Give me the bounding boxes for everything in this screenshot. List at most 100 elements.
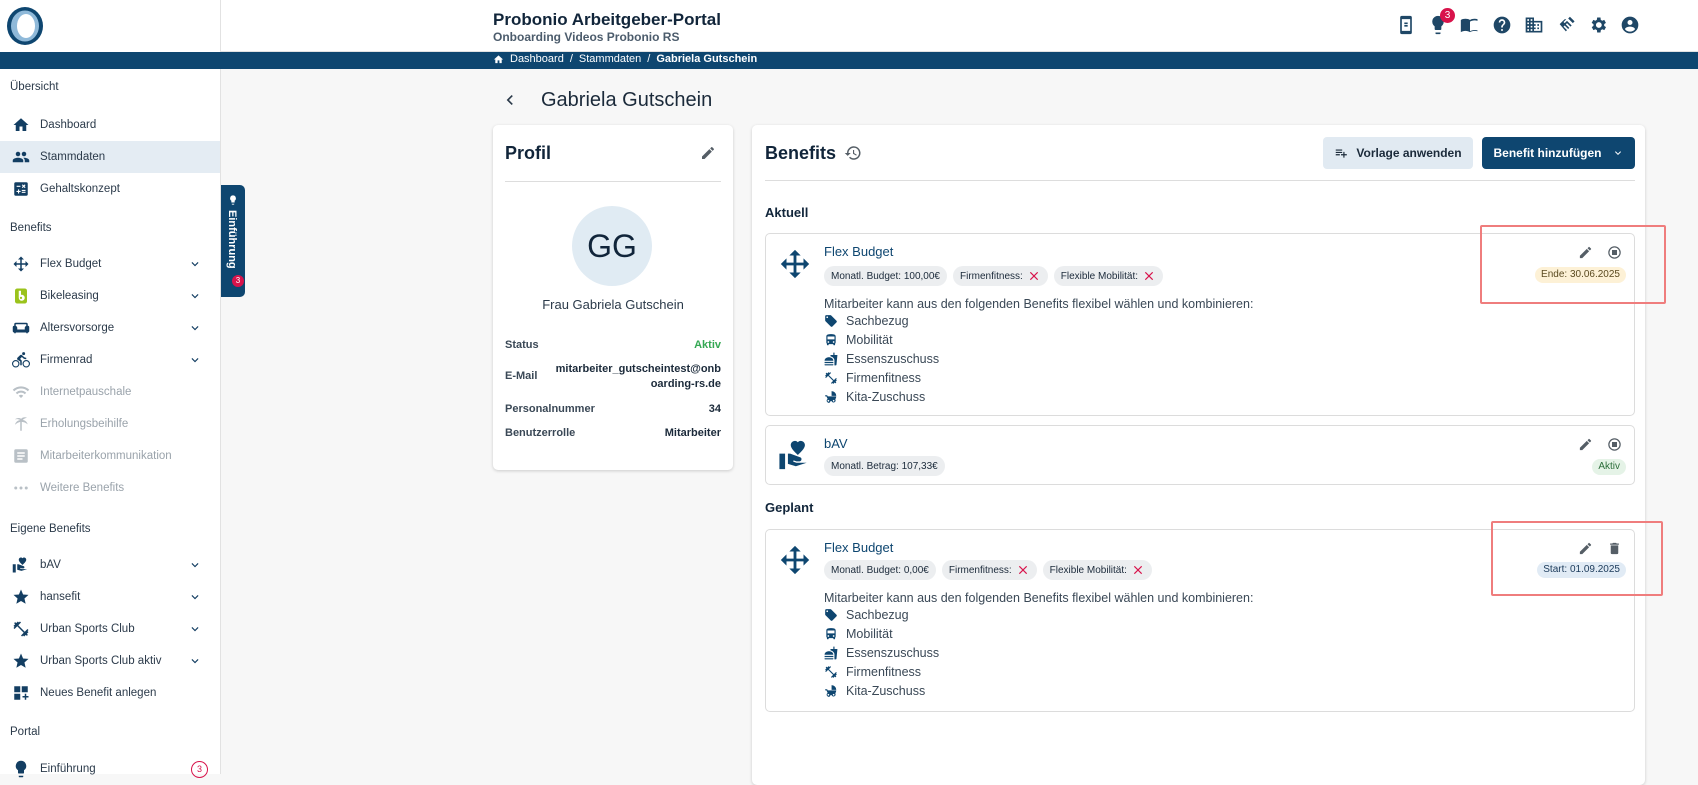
sidebar-item-urban-sports-club-aktiv[interactable]: Urban Sports Club aktiv xyxy=(0,645,220,677)
sidebar-item-einfuehrung[interactable]: Einführung 3 xyxy=(0,753,220,785)
sub-item-kita-zuschuss: Kita-Zuschuss xyxy=(824,684,925,698)
app-subtitle: Onboarding Videos Probonio RS xyxy=(493,30,680,44)
chip-label: Firmenfitness: xyxy=(948,564,1012,576)
chip-firmenfitness: Firmenfitness: xyxy=(941,560,1037,580)
chevron-down-icon xyxy=(1614,151,1621,155)
star-icon xyxy=(0,588,40,606)
sidebar-item-neues-benefit-anlegen[interactable]: Neues Benefit anlegen xyxy=(0,677,220,709)
chevron-down-icon[interactable] xyxy=(188,654,202,668)
sidebar-item-mitarbeiterkommunikation[interactable]: Mitarbeiterkommunikation xyxy=(0,440,220,472)
edit-profile-button[interactable] xyxy=(700,145,716,161)
breadcrumb-separator: / xyxy=(647,53,651,65)
sidebar-item-urban-sports-club[interactable]: Urban Sports Club xyxy=(0,613,220,645)
wifi-icon xyxy=(0,383,40,401)
personalnummer-label: Personalnummer xyxy=(505,403,595,415)
sub-item-label: Mobilität xyxy=(846,627,893,641)
sub-item-essenszuschuss: Essenszuschuss xyxy=(824,352,939,366)
chevron-down-icon[interactable] xyxy=(188,321,202,335)
chip-flexible-mobilitaet: Flexible Mobilität: xyxy=(1053,266,1164,286)
book-icon[interactable] xyxy=(1459,14,1481,36)
email-value-line2: oarding-rs.de xyxy=(650,378,721,390)
chevron-down-icon[interactable] xyxy=(188,558,202,572)
sidebar-item-bav[interactable]: bAV xyxy=(0,549,220,581)
status-value: Aktiv xyxy=(694,339,721,351)
header-icons: 3 xyxy=(1395,8,1641,36)
count-badge: 3 xyxy=(191,761,208,778)
home-icon xyxy=(0,116,40,134)
benefit-name[interactable]: Flex Budget xyxy=(824,244,893,259)
sidebar-item-label: Flex Budget xyxy=(40,258,102,270)
arrows-icon xyxy=(0,255,40,273)
sidebar: Übersicht Dashboard Stammdaten Gehaltsko… xyxy=(0,69,221,778)
sidebar-item-stammdaten[interactable]: Stammdaten xyxy=(0,141,220,173)
sidebar-item-erholungsbeihilfe[interactable]: Erholungsbeihilfe xyxy=(0,408,220,440)
sidebar-section-uebersicht: Übersicht xyxy=(10,81,59,93)
status-label: Status xyxy=(505,339,539,351)
dashboard-add-icon xyxy=(0,684,40,702)
settings-icon[interactable] xyxy=(1587,14,1609,36)
sidebar-item-firmenrad[interactable]: Firmenrad xyxy=(0,344,220,376)
back-button[interactable] xyxy=(500,90,520,110)
chevron-down-icon[interactable] xyxy=(188,289,202,303)
sidebar-item-label: Mitarbeiterkommunikation xyxy=(40,450,172,462)
lightbulb-icon[interactable]: 3 xyxy=(1427,8,1455,36)
chevron-down-icon[interactable] xyxy=(188,622,202,636)
sidebar-item-flex-budget[interactable]: Flex Budget xyxy=(0,248,220,280)
help-icon[interactable] xyxy=(1491,14,1513,36)
bikeleasing-icon xyxy=(0,287,40,305)
building-icon[interactable] xyxy=(1523,14,1545,36)
sidebar-item-weitere-benefits[interactable]: Weitere Benefits xyxy=(0,472,220,504)
sub-item-label: Kita-Zuschuss xyxy=(846,684,926,698)
apply-template-button[interactable]: Vorlage anwenden xyxy=(1323,137,1473,169)
chevron-down-icon[interactable] xyxy=(188,257,202,271)
sidebar-item-bikeleasing[interactable]: Bikeleasing xyxy=(0,280,220,312)
close-icon xyxy=(1142,269,1156,283)
chevron-down-icon[interactable] xyxy=(188,590,202,604)
email-value-line1: mitarbeiter_gutscheintest@onb xyxy=(555,363,721,375)
apply-template-label: Vorlage anwenden xyxy=(1356,146,1462,160)
benefit-item-bav[interactable]: bAV Monatl. Betrag: 107,33€ Aktiv xyxy=(765,425,1635,485)
personalnummer-value: 34 xyxy=(708,403,721,415)
phone-icon[interactable] xyxy=(1395,14,1417,36)
account-icon[interactable] xyxy=(1619,14,1641,36)
sidebar-item-label: bAV xyxy=(40,559,61,571)
sub-item-label: Essenszuschuss xyxy=(846,646,940,660)
probonio-logo[interactable] xyxy=(5,6,45,46)
intro-side-tab[interactable]: Einführung 3 xyxy=(221,185,245,297)
fitness-icon xyxy=(825,666,837,678)
arrows-icon xyxy=(778,543,812,577)
sidebar-item-internetpauschale[interactable]: Internetpauschale xyxy=(0,376,220,408)
email-value[interactable]: mitarbeiter_gutscheintest@onb oarding-rs… xyxy=(556,362,721,392)
sidebar-item-altersvorsorge[interactable]: Altersvorsorge xyxy=(0,312,220,344)
history-icon[interactable] xyxy=(844,144,862,162)
logo-area xyxy=(0,0,221,52)
intro-tab-label: Einführung xyxy=(226,210,238,269)
stop-icon[interactable] xyxy=(1607,437,1622,452)
sidebar-item-dashboard[interactable]: Dashboard xyxy=(0,109,220,141)
profile-card: Profil GG Frau Gabriela Gutschein Status… xyxy=(493,125,733,470)
sidebar-item-label: Dashboard xyxy=(40,119,97,131)
tag-icon xyxy=(825,609,837,621)
home-icon xyxy=(493,54,504,63)
sidebar-item-label: Bikeleasing xyxy=(40,290,99,302)
sidebar-item-label: hansefit xyxy=(40,591,81,603)
breadcrumb-stammdaten[interactable]: Stammdaten xyxy=(579,53,641,65)
sidebar-item-hansefit[interactable]: hansefit xyxy=(0,581,220,613)
pencil-icon[interactable] xyxy=(1578,437,1593,452)
benefit-chips: Monatl. Budget: 0,00€ Firmenfitness: Fle… xyxy=(824,560,1152,580)
sidebar-item-gehaltskonzept[interactable]: Gehaltskonzept xyxy=(0,173,220,205)
sub-item-firmenfitness: Firmenfitness xyxy=(824,665,921,679)
benefit-name[interactable]: bAV xyxy=(824,436,848,451)
sub-item-mobilitaet: Mobilität xyxy=(824,627,893,641)
sidebar-item-label: Firmenrad xyxy=(40,354,93,366)
palm-icon xyxy=(0,415,40,433)
sidebar-section-portal: Portal xyxy=(10,726,41,738)
lightbulb-icon xyxy=(0,760,40,778)
handshake-icon[interactable] xyxy=(1555,14,1577,36)
close-icon xyxy=(1027,269,1041,283)
chevron-down-icon[interactable] xyxy=(188,353,202,367)
benefit-name[interactable]: Flex Budget xyxy=(824,540,893,555)
breadcrumb-dashboard[interactable]: Dashboard xyxy=(510,53,564,65)
add-benefit-button[interactable]: Benefit hinzufügen xyxy=(1482,137,1635,169)
benefits-heading: Benefits xyxy=(765,143,837,163)
